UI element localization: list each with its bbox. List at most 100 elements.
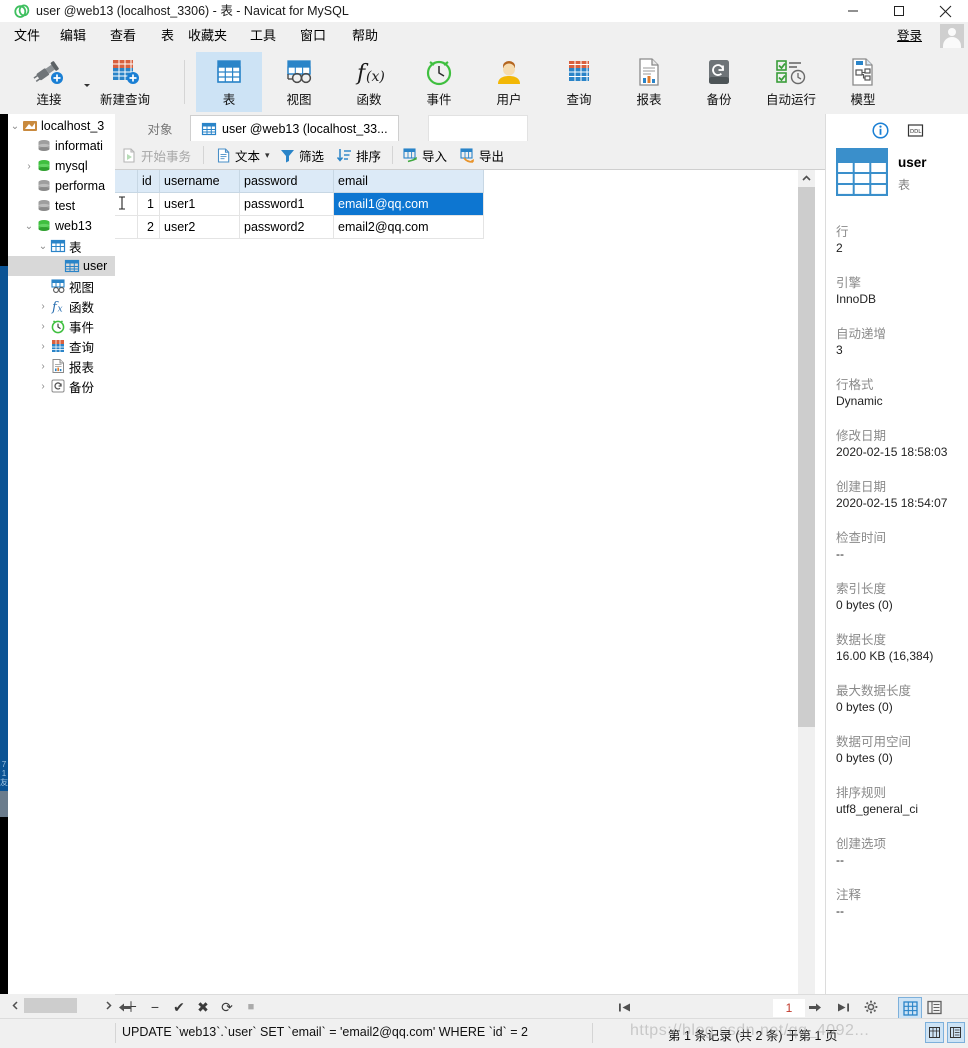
twisty-icon[interactable]: › [36,341,50,352]
title-bar: user @web13 (localhost_3306) - 表 - Navic… [0,0,968,23]
last-record-button[interactable] [833,998,853,1016]
twisty-icon[interactable]: › [36,321,50,332]
toolbar-model[interactable]: 模型 [832,52,894,112]
tab-user-table[interactable]: user @web13 (localhost_33... [190,115,399,143]
sort-button[interactable]: 排序 [336,141,381,169]
info-icon[interactable] [871,121,889,139]
toolbar-new-query[interactable]: 新建查询 [88,52,162,112]
text-button[interactable]: 文本 ▾ [215,141,270,169]
twisty-icon[interactable]: › [36,301,50,312]
menu-help[interactable]: 帮助 [352,22,378,50]
row-selector[interactable] [115,215,138,239]
svg-text:(x): (x) [366,69,385,85]
cell-email[interactable]: email1@qq.com [333,192,484,216]
cell-id[interactable]: 1 [137,192,160,216]
toolbar-view[interactable]: 视图 [268,52,330,112]
close-button[interactable] [922,0,968,22]
tab-strip: 对象 user @web13 (localhost_33... [115,114,825,143]
grid-view-toggle[interactable] [898,997,922,1019]
table-row[interactable]: 2 user2 password2 email2@qq.com [115,215,484,239]
tree-node-localhost[interactable]: ⌄ localhost_3 [8,116,115,136]
filter-button[interactable]: 筛选 [279,141,324,169]
twisty-icon[interactable]: › [22,161,36,172]
backups-folder-icon [50,378,66,394]
begin-transaction-button[interactable]: 开始事务 [121,141,191,169]
toolbar-query[interactable]: 查询 [548,52,610,112]
apply-change-button[interactable]: ✔ [169,995,189,1019]
settings-gear-icon[interactable] [861,998,881,1016]
menu-file[interactable]: 文件 [14,22,40,50]
import-button[interactable]: 导入 [402,141,447,169]
menu-window[interactable]: 窗口 [300,22,326,50]
login-link[interactable]: 登录 [897,22,922,50]
scrollbar-thumb[interactable] [798,187,815,727]
tree-horizontal-scrollbar[interactable] [8,997,115,1014]
stop-button[interactable]: ■ [241,995,261,1019]
tree-node-mysql[interactable]: › mysql [8,156,129,176]
minimize-button[interactable] [830,0,876,22]
toolbar-function-label: 函数 [356,93,382,107]
twisty-icon[interactable]: ⌄ [22,221,36,232]
table-big-icon [836,148,888,196]
twisty-icon[interactable]: ⌄ [8,121,22,132]
twisty-icon[interactable]: › [36,381,50,392]
cell-email[interactable]: email2@qq.com [333,215,484,239]
twisty-icon[interactable]: ⌄ [36,241,50,252]
toolbar-divider [392,146,393,164]
delete-record-button[interactable]: − [145,995,165,1019]
export-button[interactable]: 导出 [459,141,504,169]
cell-username[interactable]: user2 [159,215,240,239]
toolbar-report[interactable]: 报表 [618,52,680,112]
grid-vertical-scrollbar[interactable] [798,170,815,1014]
page-number-input[interactable]: 1 [772,998,806,1018]
next-record-button[interactable] [805,998,825,1016]
refresh-button[interactable]: ⟳ [217,995,237,1019]
toolbar-table[interactable]: 表 [196,52,262,112]
ddl-icon[interactable]: DDL [907,122,924,139]
toolbar-function[interactable]: f (x) 函数 [338,52,400,112]
menu-edit[interactable]: 编辑 [60,22,86,50]
scroll-right-icon[interactable] [101,997,115,1014]
form-view-toggle[interactable] [923,997,945,1017]
tree-node-label: mysql [55,159,88,173]
scroll-left-icon[interactable] [8,997,22,1014]
toolbar-connection[interactable]: 连接 [20,52,78,112]
toolbar-divider [184,60,185,104]
form-status-icon[interactable] [946,1022,965,1043]
tree-node-web13[interactable]: ⌄ web13 [8,216,129,236]
toolbar-user[interactable]: 用户 [478,52,540,112]
user-avatar-icon[interactable] [940,24,964,48]
column-header-id[interactable]: id [137,170,160,193]
cell-password[interactable]: password1 [239,192,334,216]
menu-view[interactable]: 查看 [110,22,136,50]
discard-change-button[interactable]: ✖ [193,995,213,1019]
toolbar-automation[interactable]: 自动运行 [752,52,830,112]
scrollbar-thumb[interactable] [24,998,77,1013]
prev-record-button[interactable] [115,998,135,1016]
toolbar-event[interactable]: 事件 [408,52,470,112]
cell-username[interactable]: user1 [159,192,240,216]
maximize-button[interactable] [876,0,922,22]
menu-favorites[interactable]: 收藏夹 [188,22,227,50]
status-sql-text: UPDATE `web13`.`user` SET `email` = 'ema… [122,1025,528,1039]
table-row[interactable]: 1 user1 password1 email1@qq.com [115,192,484,216]
chevron-down-icon[interactable]: ▾ [265,150,270,161]
column-header-username[interactable]: username [159,170,240,193]
column-header-password[interactable]: password [239,170,334,193]
column-header-email[interactable]: email [333,170,484,193]
cell-password[interactable]: password2 [239,215,334,239]
menu-tools[interactable]: 工具 [250,22,276,50]
sort-icon [336,147,353,164]
tree-node-information-schema[interactable]: informati [8,136,129,156]
grid-status-icon[interactable] [925,1022,944,1043]
cell-id[interactable]: 2 [137,215,160,239]
scroll-up-icon[interactable] [798,170,815,187]
first-record-button[interactable] [615,998,635,1016]
twisty-icon[interactable]: › [36,361,50,372]
navicat-logo-icon [14,3,30,19]
toolbar-backup[interactable]: 备份 [688,52,750,112]
tree-node-test[interactable]: test [8,196,129,216]
menu-table[interactable]: 表 [161,22,174,50]
tree-node-performance-schema[interactable]: performa [8,176,129,196]
info-field-value: 2 [836,241,843,255]
